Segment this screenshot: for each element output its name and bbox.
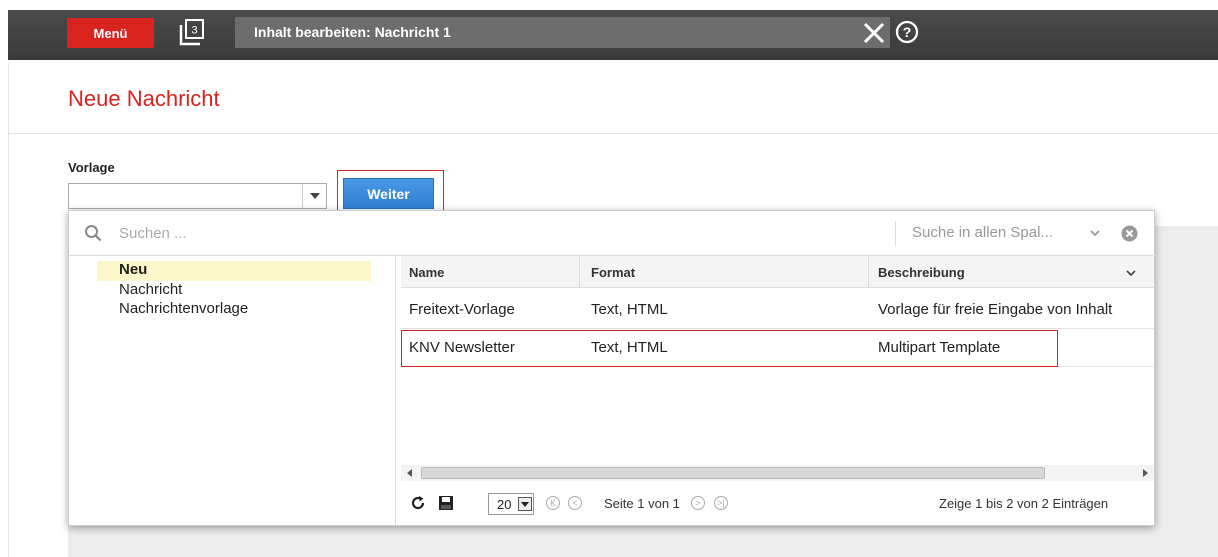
title-divider <box>8 133 1218 134</box>
search-icon <box>84 224 102 242</box>
chevron-down-icon[interactable] <box>302 184 326 208</box>
page-info: Seite 1 von 1 <box>604 496 680 511</box>
scrollbar-thumb[interactable] <box>421 467 1045 479</box>
column-header-beschreibung[interactable]: Beschreibung <box>878 265 965 280</box>
search-divider <box>895 221 896 246</box>
tree-item-neu[interactable]: Neu <box>97 261 371 281</box>
template-picker-panel: Suche in allen Spal... Neu Nachricht Nac… <box>68 210 1156 526</box>
cell-format: Text, HTML <box>591 301 668 318</box>
windows-count-icon[interactable]: 3 <box>178 17 208 47</box>
column-divider <box>868 256 869 288</box>
first-page-icon[interactable]: K <box>546 496 560 510</box>
window-title: Inhalt bearbeiten: Nachricht 1 <box>235 17 890 48</box>
column-header-format[interactable]: Format <box>591 265 635 280</box>
clear-search-icon[interactable] <box>1121 225 1138 242</box>
page-size-value: 20 <box>497 497 512 512</box>
vorlage-label: Vorlage <box>68 160 115 175</box>
left-divider <box>8 63 9 557</box>
column-header-name[interactable]: Name <box>409 265 444 280</box>
window-count: 3 <box>191 25 197 37</box>
column-menu-chevron-icon[interactable] <box>1125 267 1137 279</box>
horizontal-scrollbar[interactable] <box>401 465 1154 481</box>
weiter-button[interactable]: Weiter <box>343 178 434 209</box>
tree-item-nachrichtenvorlage[interactable]: Nachrichtenvorlage <box>119 300 248 317</box>
scroll-left-icon[interactable] <box>407 469 412 477</box>
pager: 20 K < Seite 1 von 1 > >| Zeige 1 bis 2 … <box>401 486 1154 526</box>
menu-button[interactable]: Menü <box>67 18 154 48</box>
search-scope-select[interactable]: Suche in allen Spal... <box>912 224 1053 241</box>
chevron-down-icon[interactable] <box>1088 226 1102 240</box>
cell-name: Freitext-Vorlage <box>409 301 515 318</box>
table-row[interactable]: Freitext-Vorlage Text, HTML Vorlage für … <box>401 291 1154 329</box>
close-icon[interactable] <box>862 19 886 47</box>
tree-item-nachricht[interactable]: Nachricht <box>119 281 182 298</box>
refresh-icon[interactable] <box>409 494 427 512</box>
chevron-down-icon[interactable] <box>518 497 532 511</box>
folder-tree: Neu Nachricht Nachrichtenvorlage <box>69 256 396 526</box>
highlight-knv-row <box>401 330 1058 367</box>
page-title: Neue Nachricht <box>68 86 220 111</box>
column-divider <box>579 256 580 288</box>
search-bar: Suche in allen Spal... <box>69 211 1156 256</box>
svg-text:?: ? <box>903 24 912 40</box>
page-size-select[interactable]: 20 <box>488 493 534 515</box>
last-page-icon[interactable]: >| <box>714 496 728 510</box>
help-icon[interactable]: ? <box>895 20 919 44</box>
vorlage-select[interactable] <box>68 183 327 209</box>
next-page-icon[interactable]: > <box>691 496 705 510</box>
scroll-right-icon[interactable] <box>1143 469 1148 477</box>
save-icon[interactable] <box>437 494 455 512</box>
template-grid: Name Format Beschreibung Freitext-Vorlag… <box>401 256 1154 526</box>
prev-page-icon[interactable]: < <box>568 496 582 510</box>
cell-description: Vorlage für freie Eingabe von Inhalt <box>878 301 1113 318</box>
grid-header: Name Format Beschreibung <box>401 256 1154 288</box>
record-count: Zeige 1 bis 2 von 2 Einträgen <box>939 496 1109 511</box>
search-input[interactable] <box>119 222 719 244</box>
